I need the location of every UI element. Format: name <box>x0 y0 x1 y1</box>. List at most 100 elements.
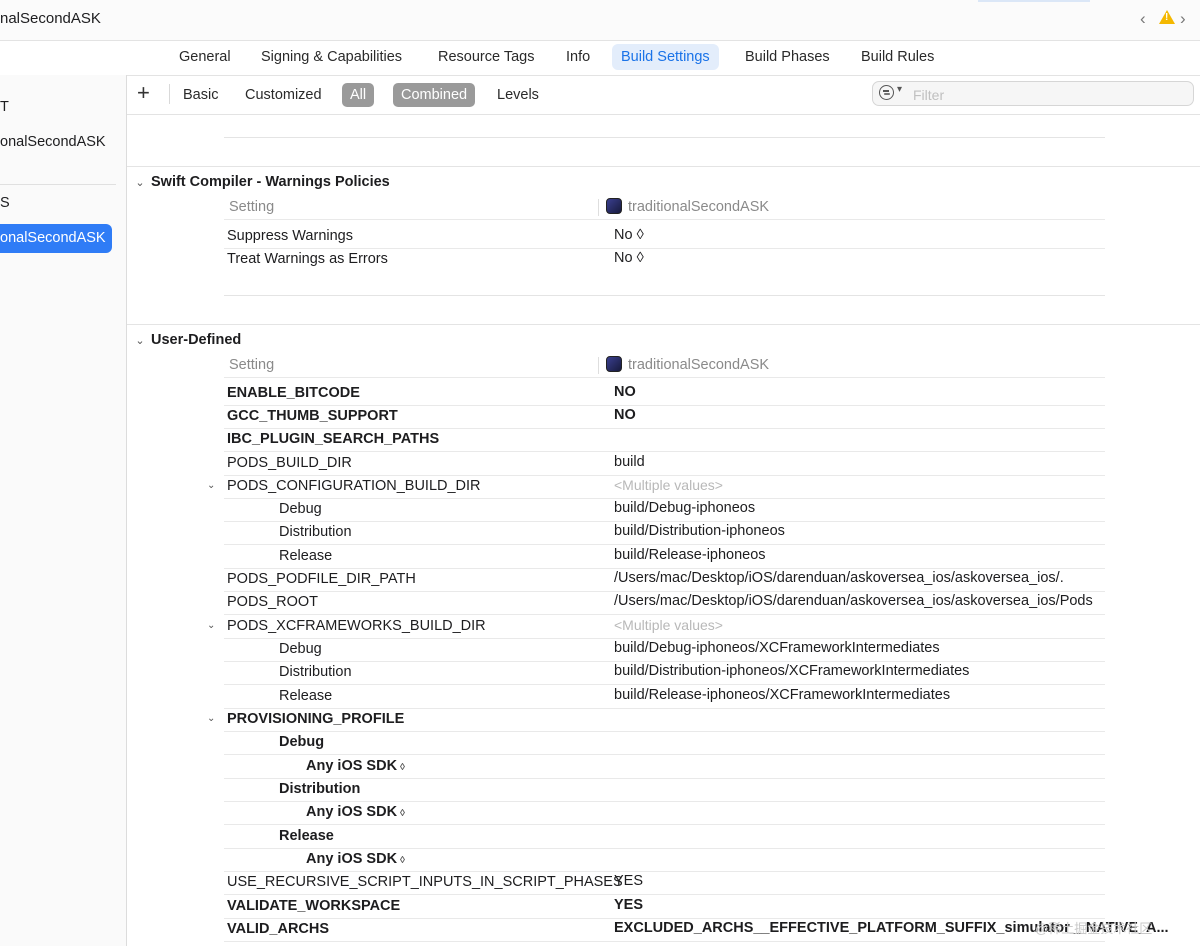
updown-chevron-icon[interactable]: ◊ <box>400 855 405 866</box>
setting-subrow[interactable]: Distribution build/Distribution-iphoneos… <box>224 661 1105 685</box>
chevron-down-icon[interactable]: ⌄ <box>129 334 151 347</box>
setting-name: Distribution <box>279 664 352 680</box>
setting-row-expandable[interactable]: ⌄ PODS_XCFRAMEWORKS_BUILD_DIR <Multiple … <box>207 615 1105 639</box>
section-title: Swift Compiler - Warnings Policies <box>151 174 390 190</box>
setting-value[interactable]: build/Distribution-iphoneos <box>614 523 785 539</box>
chevron-down-icon[interactable]: ⌄ <box>129 176 151 189</box>
add-setting-button[interactable]: + <box>137 80 150 106</box>
sidebar-item-target[interactable]: onalSecondASK <box>0 224 112 253</box>
chevron-down-icon[interactable]: ⌄ <box>207 620 215 631</box>
tab-resource-tags[interactable]: Resource Tags <box>429 44 543 70</box>
setting-value[interactable]: <Multiple values> <box>614 477 723 493</box>
target-column-header: traditionalSecondASK <box>606 356 769 373</box>
setting-subrow[interactable]: Distribution <box>224 778 1105 802</box>
setting-value[interactable]: build/Release-iphoneos <box>614 547 766 563</box>
title-bar-highlight <box>978 0 1090 2</box>
tab-build-rules[interactable]: Build Rules <box>852 44 943 70</box>
setting-name: Any iOS SDK <box>306 804 398 820</box>
setting-row[interactable]: PODS_BUILD_DIR build <box>224 452 1105 476</box>
target-name: traditionalSecondASK <box>628 357 770 373</box>
setting-name: Release <box>279 688 333 704</box>
tab-build-phases[interactable]: Build Phases <box>736 44 839 70</box>
warning-icon[interactable] <box>1159 10 1175 24</box>
filter-icon[interactable] <box>879 85 894 100</box>
setting-subrow[interactable]: Distribution build/Distribution-iphoneos <box>224 521 1105 545</box>
setting-value[interactable]: /Users/mac/Desktop/iOS/darenduan/askover… <box>614 570 1064 586</box>
setting-subrow[interactable]: Debug <box>224 731 1105 755</box>
setting-value[interactable]: build/Distribution-iphoneos/XCFrameworkI… <box>614 663 969 679</box>
sidebar-section-project: T <box>0 99 9 115</box>
setting-name: Debug <box>279 501 322 517</box>
setting-value[interactable]: build/Release-iphoneos/XCFrameworkInterm… <box>614 687 950 703</box>
setting-row[interactable]: PODS_PODFILE_DIR_PATH /Users/mac/Desktop… <box>224 568 1105 592</box>
setting-value[interactable]: YES <box>614 897 643 913</box>
updown-chevron-icon[interactable]: ◊ <box>400 808 405 819</box>
setting-value[interactable]: YES <box>614 873 643 889</box>
setting-subrow[interactable]: Release build/Release-iphoneos/XCFramewo… <box>224 685 1105 709</box>
setting-subrow[interactable]: Any iOS SDK ◊ <box>224 848 1105 872</box>
setting-row[interactable]: PODS_ROOT /Users/mac/Desktop/iOS/darendu… <box>224 591 1105 615</box>
section-header-swift-warnings[interactable]: ⌄ Swift Compiler - Warnings Policies <box>127 174 390 190</box>
section-divider <box>127 166 1200 167</box>
setting-subrow[interactable]: Debug build/Debug-iphoneos/XCFrameworkIn… <box>224 638 1105 662</box>
chevron-down-icon[interactable]: ⌄ <box>207 480 215 491</box>
setting-subrow[interactable]: Debug build/Debug-iphoneos <box>224 498 1105 522</box>
tab-build-settings[interactable]: Build Settings <box>612 44 719 70</box>
column-divider <box>598 357 599 374</box>
setting-row[interactable]: ENABLE_BITCODE NO <box>224 382 1105 406</box>
setting-row[interactable]: Suppress Warnings No ◊ <box>224 225 1105 249</box>
setting-name: Debug <box>279 641 322 657</box>
title-bar: nalSecondASK ‹ › <box>0 0 1200 41</box>
setting-row[interactable]: IBC_PLUGIN_SEARCH_PATHS <box>224 428 1105 452</box>
setting-row[interactable]: GCC_THUMB_SUPPORT NO <box>224 405 1105 429</box>
filter-basic-button[interactable]: Basic <box>175 83 226 107</box>
setting-value[interactable]: /Users/mac/Desktop/iOS/darenduan/askover… <box>614 593 1093 609</box>
setting-name: PODS_PODFILE_DIR_PATH <box>227 571 416 587</box>
setting-subrow[interactable]: Any iOS SDK ◊ <box>224 801 1105 825</box>
section-divider <box>127 324 1200 325</box>
sidebar: T onalSecondASK S onalSecondASK <box>0 75 127 946</box>
settings-header-row: Setting traditionalSecondASK <box>224 354 1105 378</box>
setting-row[interactable]: VALID_ARCHS EXCLUDED_ARCHS__EFFECTIVE_PL… <box>224 918 1169 942</box>
tab-signing-capabilities[interactable]: Signing & Capabilities <box>252 44 411 70</box>
setting-name: Distribution <box>279 781 361 797</box>
setting-name: Any iOS SDK <box>306 851 398 867</box>
filter-customized-button[interactable]: Customized <box>237 83 330 107</box>
filter-combined-button[interactable]: Combined <box>393 83 476 107</box>
sidebar-divider <box>0 184 116 185</box>
setting-row[interactable]: USE_RECURSIVE_SCRIPT_INPUTS_IN_SCRIPT_PH… <box>224 871 1105 895</box>
setting-value[interactable]: <Multiple values> <box>614 617 723 633</box>
chevron-left-icon[interactable]: ‹ <box>1140 9 1146 29</box>
setting-name: PODS_XCFRAMEWORKS_BUILD_DIR <box>227 618 486 634</box>
setting-value[interactable]: No ◊ <box>614 227 644 243</box>
setting-value[interactable]: NO <box>614 384 636 400</box>
setting-value[interactable]: No ◊ <box>614 250 644 266</box>
setting-row-expandable[interactable]: ⌄ PROVISIONING_PROFILE <box>207 708 1105 732</box>
section-header-user-defined[interactable]: ⌄ User-Defined <box>127 332 241 348</box>
filter-field[interactable]: ▾ <box>872 81 1194 106</box>
setting-name: Release <box>279 548 333 564</box>
setting-name: Release <box>279 828 334 844</box>
chevron-right-icon[interactable]: › <box>1180 9 1186 29</box>
setting-name: Distribution <box>279 524 352 540</box>
setting-subrow[interactable]: Any iOS SDK ◊ <box>224 755 1105 779</box>
setting-value[interactable]: NO <box>614 407 636 423</box>
tab-info[interactable]: Info <box>557 44 599 70</box>
chevron-down-icon[interactable]: ⌄ <box>207 713 215 724</box>
setting-row[interactable]: VALIDATE_WORKSPACE YES <box>224 895 1105 919</box>
sidebar-item-project[interactable]: onalSecondASK <box>0 134 106 150</box>
setting-row-expandable[interactable]: ⌄ PODS_CONFIGURATION_BUILD_DIR <Multiple… <box>207 475 1105 499</box>
filter-levels-button[interactable]: Levels <box>489 83 547 107</box>
filter-input[interactable] <box>911 84 1185 105</box>
setting-subrow[interactable]: Release <box>224 825 1105 849</box>
setting-value[interactable]: build/Debug-iphoneos <box>614 500 755 516</box>
setting-value[interactable]: build/Debug-iphoneos/XCFrameworkIntermed… <box>614 640 940 656</box>
chevron-down-icon[interactable]: ▾ <box>897 84 902 95</box>
updown-chevron-icon[interactable]: ◊ <box>400 762 405 773</box>
setting-name: PODS_ROOT <box>227 594 319 610</box>
filter-all-button[interactable]: All <box>342 83 375 107</box>
setting-row[interactable]: Treat Warnings as Errors No ◊ <box>224 248 1105 271</box>
tab-general[interactable]: General <box>170 44 240 70</box>
setting-subrow[interactable]: Release build/Release-iphoneos <box>224 545 1105 569</box>
setting-value[interactable]: build <box>614 454 645 470</box>
